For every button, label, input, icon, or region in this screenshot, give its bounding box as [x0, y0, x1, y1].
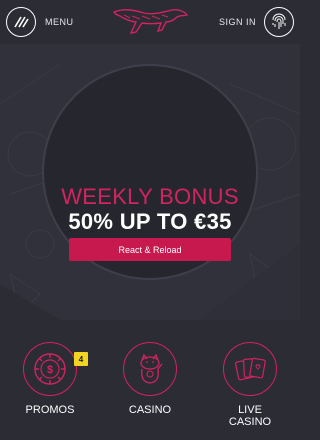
sign-in-button[interactable]: SIGN IN [219, 6, 294, 38]
nav-item-promos[interactable]: $ 4 PROMOS [14, 342, 88, 416]
promo-banner[interactable]: WEEKLY BONUS 50% UP TO €35 React & Reloa… [0, 44, 300, 320]
nav-circle [223, 342, 277, 396]
promo-subtitle: 50% UP TO €35 [68, 209, 232, 234]
top-bar: MENU SIGN IN [0, 0, 300, 44]
react-reload-button[interactable]: React & Reload [69, 238, 231, 261]
sign-in-label: SIGN IN [218, 17, 256, 27]
fingerprint-icon [264, 7, 294, 37]
nav-label-promos: PROMOS [25, 404, 75, 416]
menu-slashes-icon [6, 7, 36, 37]
bottom-nav: $ 4 PROMOS CASINO LIVE CASINO [0, 320, 300, 440]
nav-label-live-casino: LIVE CASINO [214, 404, 286, 428]
nav-item-live-casino[interactable]: LIVE CASINO [214, 342, 286, 428]
cheetah-logo-icon[interactable] [110, 4, 190, 40]
svg-text:$: $ [47, 364, 53, 376]
nav-circle [123, 342, 177, 396]
nav-circle: $ [23, 342, 77, 396]
lucky-cat-icon [140, 353, 163, 384]
playing-cards-icon [234, 357, 266, 381]
casino-chip-icon: $ [34, 353, 66, 385]
promos-count-badge: 4 [74, 352, 88, 366]
promo-title: WEEKLY BONUS [61, 184, 239, 209]
nav-item-casino[interactable]: CASINO [114, 342, 186, 416]
nav-label-casino: CASINO [128, 404, 172, 416]
menu-button[interactable]: MENU [6, 6, 74, 38]
nav-label-line: LIVE [238, 404, 262, 416]
nav-label-line: CASINO [228, 416, 272, 428]
menu-label: MENU [45, 17, 74, 27]
